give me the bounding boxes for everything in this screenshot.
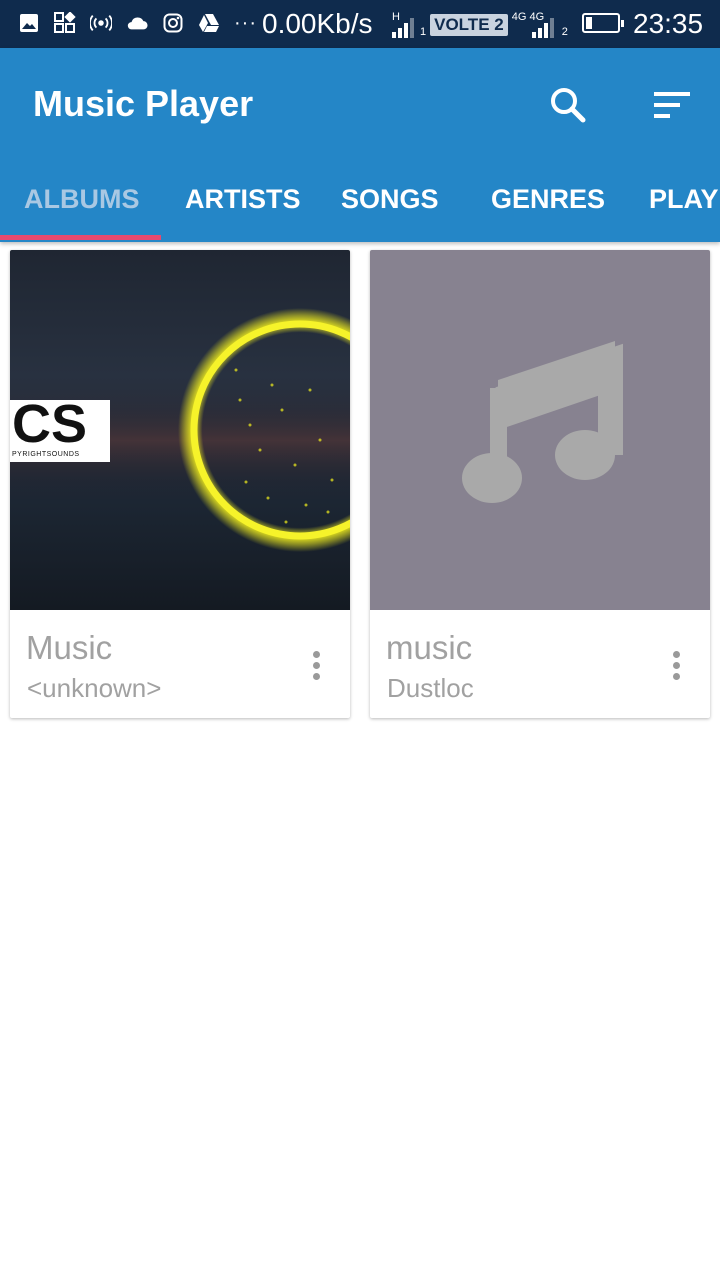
tab-genres[interactable]: GENRES <box>491 168 605 234</box>
image-icon <box>18 12 40 34</box>
signal-bars-icon <box>531 16 554 38</box>
more-options-icon[interactable] <box>662 648 690 684</box>
album-title: music <box>386 629 473 666</box>
drive-icon <box>198 12 220 34</box>
music-note-icon <box>462 341 623 503</box>
cloud-icon <box>126 12 148 34</box>
instagram-icon <box>162 12 184 34</box>
battery-level <box>586 17 592 29</box>
album-art <box>370 250 710 610</box>
album-artist: Dustloc <box>387 673 474 703</box>
tab-bar: ALBUMS ARTISTS SONGS GENRES PLAYLISTS <box>0 168 720 242</box>
battery-icon <box>582 13 624 33</box>
sort-button[interactable] <box>648 84 694 128</box>
app-bar: Music Player ALBUMS ARTISTS SONGS GENRES… <box>0 48 720 242</box>
tab-albums[interactable]: ALBUMS <box>24 168 140 234</box>
app-title: Music Player <box>33 83 254 124</box>
tab-songs[interactable]: SONGS <box>341 168 439 234</box>
album-card[interactable]: CS PYRIGHTSOUNDS Music <unknown> <box>10 250 350 718</box>
tab-playlists[interactable]: PLAYLISTS <box>649 168 720 234</box>
clock: 23:35 <box>633 8 704 39</box>
album-artist: <unknown> <box>27 673 162 703</box>
hotspot-icon <box>90 12 112 34</box>
album-title: Music <box>26 629 113 666</box>
art-logo: CS PYRIGHTSOUNDS <box>10 394 110 462</box>
status-bar: ··· 0.00Kb/s H 1 VOLTE 2 4G 4G 2 23:35 <box>0 0 720 48</box>
search-icon <box>551 88 586 123</box>
network-indicators: H 1 VOLTE 2 4G 4G 2 <box>390 8 568 42</box>
more-options-icon[interactable] <box>302 648 330 684</box>
album-card[interactable]: music Dustloc <box>370 250 710 718</box>
tab-indicator <box>0 235 161 240</box>
tab-artists[interactable]: ARTISTS <box>185 168 301 234</box>
apps-icon <box>54 12 76 34</box>
net-speed: 0.00Kb/s <box>262 8 373 39</box>
signal-bars-icon <box>392 16 414 38</box>
volte-badge: VOLTE 2 <box>430 14 508 36</box>
sim1-index: 1 <box>420 26 427 38</box>
sim2-signal: 4G 4G <box>512 12 558 42</box>
more-notifications-icon: ··· <box>234 12 257 34</box>
search-button[interactable] <box>546 84 590 128</box>
notification-icons: ··· <box>18 12 257 34</box>
sort-icon <box>654 92 690 118</box>
sim1-signal: H <box>390 12 416 42</box>
album-art: CS PYRIGHTSOUNDS <box>10 250 350 610</box>
sim2-index: 2 <box>561 26 568 38</box>
